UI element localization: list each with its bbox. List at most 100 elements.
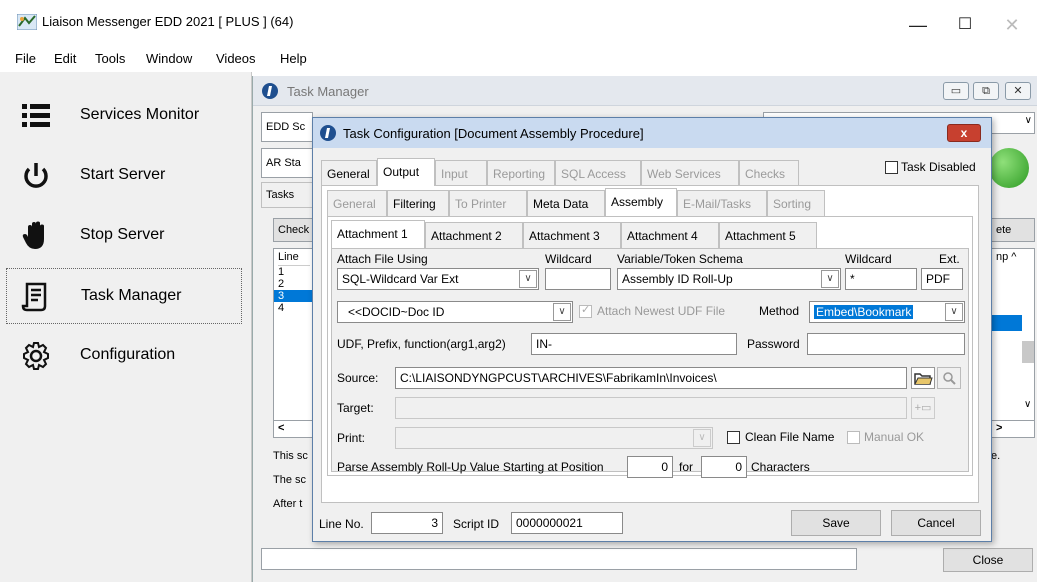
tab-general[interactable]: General <box>321 160 377 186</box>
chevron-down-icon: ∨ <box>693 429 711 447</box>
search-icon[interactable] <box>937 367 961 389</box>
tab-reporting[interactable]: Reporting <box>487 160 555 186</box>
tm-close-button[interactable]: ✕ <box>1005 82 1031 100</box>
target-browse-icon[interactable]: +▭ <box>911 397 935 419</box>
wildcard-input[interactable] <box>545 268 611 290</box>
target-input[interactable] <box>395 397 907 419</box>
tab-checks[interactable]: Checks <box>739 160 799 186</box>
characters-label: Characters <box>751 460 810 474</box>
source-input[interactable]: C:\LIAISONDYNGPCUST\ARCHIVES\FabrikamIn\… <box>395 367 907 389</box>
attachment-tab-1[interactable]: Attachment 1 <box>331 220 425 248</box>
target-label: Target: <box>337 401 374 415</box>
tab-input[interactable]: Input <box>435 160 487 186</box>
attach-newest-checkbox[interactable]: ✓ <box>579 304 592 318</box>
tab-web-services[interactable]: Web Services <box>641 160 739 186</box>
status-input[interactable] <box>261 548 857 570</box>
manual-ok-checkbox[interactable] <box>847 431 860 444</box>
menu-videos[interactable]: Videos <box>216 51 256 66</box>
hscroll-left-button[interactable]: < <box>273 420 315 438</box>
tm-minimize-button[interactable]: ▭ <box>943 82 969 100</box>
attachment-tab-3[interactable]: Attachment 3 <box>523 222 621 248</box>
minimize-button[interactable]: — <box>895 8 941 42</box>
tm-restore-button[interactable]: ⧉ <box>973 82 999 100</box>
docid-select[interactable]: <<DOCID~Doc ID ∨ <box>337 301 573 323</box>
variable-schema-select[interactable]: Assembly ID Roll-Up ∨ <box>617 268 841 290</box>
subtab-general[interactable]: General <box>327 190 387 216</box>
sidebar-item-configuration[interactable]: Configuration <box>6 328 242 384</box>
hscroll-right-button[interactable]: > <box>991 420 1035 438</box>
tab-sql-access[interactable]: SQL Access <box>555 160 641 186</box>
close-window-button[interactable]: ✕ <box>989 8 1035 42</box>
menu-tools[interactable]: Tools <box>95 51 125 66</box>
method-select[interactable]: Embed\Bookmark ∨ <box>809 301 965 323</box>
task-line-list[interactable]: Line 1 2 3 4 <box>273 248 315 438</box>
table-row[interactable]: 3 <box>274 290 314 302</box>
sidebar-item-start-server[interactable]: Start Server <box>6 148 242 204</box>
attach-file-using-select[interactable]: SQL-Wildcard Var Ext ∨ <box>337 268 539 290</box>
sidebar-item-stop-server[interactable]: Stop Server <box>6 208 242 264</box>
refresh-icon[interactable] <box>989 148 1029 188</box>
password-input[interactable] <box>807 333 965 355</box>
script-id-label: Script ID <box>453 517 500 531</box>
wildcard-2-label: Wildcard <box>845 252 892 266</box>
sidebar-item-label: Task Manager <box>81 287 182 304</box>
chevron-down-icon: ∨ <box>553 303 571 321</box>
menu-help[interactable]: Help <box>280 51 307 66</box>
hand-icon <box>22 221 44 249</box>
folder-open-icon[interactable] <box>911 367 935 389</box>
task-right-list[interactable]: np ^ ∨ <box>991 248 1035 438</box>
app-logo-icon <box>17 14 37 30</box>
table-row[interactable]: 1 <box>278 266 310 278</box>
variable-schema-label: Variable/Token Schema <box>617 252 743 266</box>
subtab-assembly[interactable]: Assembly <box>605 188 677 216</box>
print-select[interactable]: ∨ <box>395 427 713 449</box>
table-row[interactable]: 4 <box>278 302 310 314</box>
line-no-input[interactable]: 3 <box>371 512 443 534</box>
subtab-filtering[interactable]: Filtering <box>387 190 449 216</box>
udf-label: UDF, Prefix, function(arg1,arg2) <box>337 337 506 351</box>
chevron-down-icon: ∨ <box>945 303 963 321</box>
gear-icon <box>23 342 49 370</box>
script-id-input[interactable]: 0000000021 <box>511 512 623 534</box>
subtab-sorting[interactable]: Sorting <box>767 190 825 216</box>
menu-file[interactable]: File <box>15 51 36 66</box>
subtab-to-printer[interactable]: To Printer <box>449 190 527 216</box>
dialog-close-button[interactable]: x <box>947 124 981 142</box>
close-button[interactable]: Close <box>943 548 1033 572</box>
sidebar-item-task-manager[interactable]: Task Manager <box>6 268 242 324</box>
subtab-email-tasks[interactable]: E-Mail/Tasks <box>677 190 767 216</box>
subtab-meta-data[interactable]: Meta Data <box>527 190 605 216</box>
attachment-tab-2[interactable]: Attachment 2 <box>425 222 523 248</box>
sidebar-item-label: Stop Server <box>80 226 165 243</box>
line-no-label: Line No. <box>319 517 364 531</box>
save-button[interactable]: Save <box>791 510 881 536</box>
udf-input[interactable]: IN- <box>531 333 737 355</box>
clean-file-name-label: Clean File Name <box>745 430 835 444</box>
menu-window[interactable]: Window <box>146 51 192 66</box>
check-button[interactable]: Check <box>273 218 315 242</box>
ar-status-field[interactable]: AR Sta <box>261 148 313 178</box>
table-row[interactable]: 2 <box>278 278 310 290</box>
menu-edit[interactable]: Edit <box>54 51 76 66</box>
parse-start-input[interactable]: 0 <box>627 456 673 478</box>
task-manager-title: Task Manager <box>287 84 369 99</box>
parse-length-input[interactable]: 0 <box>701 456 747 478</box>
line-column-header: Line <box>278 251 310 266</box>
maximize-button[interactable]: ☐ <box>942 8 988 42</box>
cancel-button[interactable]: Cancel <box>891 510 981 536</box>
attachment-tab-5[interactable]: Attachment 5 <box>719 222 817 248</box>
source-label: Source: <box>337 371 379 385</box>
tab-output[interactable]: Output <box>377 158 435 186</box>
ext-input[interactable]: PDF <box>921 268 963 290</box>
clean-file-name-checkbox[interactable] <box>727 431 740 444</box>
sidebar-item-services-monitor[interactable]: Services Monitor <box>6 88 242 144</box>
ext-label: Ext. <box>939 252 960 266</box>
edd-script-field[interactable]: EDD Sc <box>261 112 313 142</box>
for-label: for <box>679 460 694 474</box>
task-disabled-checkbox[interactable] <box>885 161 898 174</box>
desc-text-3: After t <box>273 498 303 510</box>
tasks-tab[interactable]: Tasks <box>261 182 313 208</box>
delete-button[interactable]: ete <box>991 218 1035 242</box>
wildcard-2-input[interactable]: * <box>845 268 917 290</box>
attachment-tab-4[interactable]: Attachment 4 <box>621 222 719 248</box>
